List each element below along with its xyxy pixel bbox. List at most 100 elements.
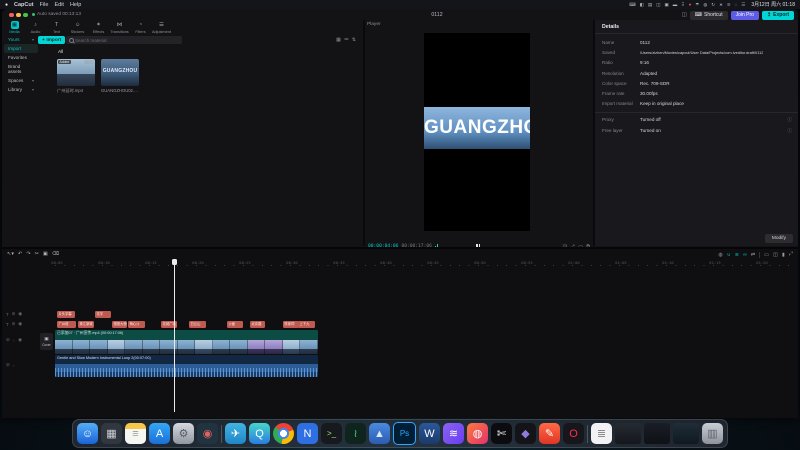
menu-item-help[interactable]: Help [70,2,81,8]
text-clip[interactable]: 陈家祠 [283,321,299,328]
info-icon[interactable]: ⓘ [788,128,793,138]
select-tool-icon[interactable]: ↖▾ [7,251,14,257]
dock-minimized-window-2-icon[interactable] [644,423,670,444]
search-input[interactable] [66,36,182,44]
dock-purple-app-icon[interactable]: ≋ [443,423,464,444]
crop-icon[interactable]: ▣ [43,251,48,257]
dock-launchpad-icon[interactable]: ▦ [101,423,122,444]
text-clip[interactable]: 上下九 [298,321,315,328]
sidebar-item-import[interactable]: Import [4,44,38,53]
export-button[interactable]: ↥ Export [762,11,794,20]
delete-icon[interactable]: ⌫ [52,251,59,257]
tab-effects[interactable]: ✶Effects [90,21,107,34]
track-header-icon-0[interactable]: T [6,322,9,327]
dock-minimized-window-1-icon[interactable] [615,423,641,444]
tab-transitions[interactable]: ⋈Transitions [111,21,128,34]
dock-obsidian-icon[interactable]: ◆ [515,423,536,444]
dock-photo-booth-icon[interactable]: ◉ [197,423,218,444]
dock-pixelmator-icon[interactable]: ▲ [369,423,390,444]
view-icon-1[interactable]: ≔ [344,37,349,43]
info-icon[interactable]: ⓘ [788,117,793,127]
audio-clip[interactable]: Gentle and Slow Modern Instrumental Loop… [55,355,318,377]
shortcut-button[interactable]: ⌨ Shortcut [690,11,728,20]
import-button[interactable]: + Import [38,36,65,44]
text-clip[interactable]: 白云山 [189,321,206,328]
search-icon[interactable]: ◌ [735,2,738,7]
dock-finder-icon[interactable]: ☺ [77,423,98,444]
text-clip[interactable]: 沙面 [227,321,243,328]
tab-stickers[interactable]: ☺Stickers [69,21,86,34]
dock-swirl-app-icon[interactable]: ◍ [467,423,488,444]
vpn-icon[interactable]: ◍ [703,2,707,8]
screen-mirroring-icon[interactable]: ◫ [656,2,660,8]
linking-icon[interactable]: ≋ [735,252,739,258]
dock-trash-icon[interactable]: ▥ [702,423,723,444]
tab-filters[interactable]: ◔Filters [132,21,149,34]
text-clip[interactable]: 猎德大桥 [112,321,127,328]
dock-notes-icon[interactable]: ≡ [125,423,146,444]
undo-icon[interactable]: ↶ [18,251,22,257]
stage-manager-icon[interactable]: ▣ [665,2,669,8]
display-icon[interactable]: ◧ [640,2,644,8]
track-header-icon-1[interactable]: ◌ [13,363,16,368]
window-manager-icon[interactable]: ▤ [648,2,652,8]
tab-audio[interactable]: ♪Audio [27,21,44,34]
cover-button[interactable]: ▣ Cover [40,333,53,350]
preview-axis-icon[interactable]: ⇄ [751,252,755,258]
track-header-icon-1[interactable]: ⊘ [12,321,16,327]
text-clip[interactable]: 珠江新城 [78,321,94,328]
track-header-icon-2[interactable]: ◉ [18,337,22,343]
control-center-icon[interactable]: ☰ [741,2,745,8]
dock-photoshop-icon[interactable]: Ps [393,422,416,445]
dock-capcut-icon[interactable]: ✄ [491,423,512,444]
split-icon[interactable]: ✂ [35,251,39,257]
text-clip[interactable]: 片头字幕 [57,311,75,318]
track-height-icon[interactable]: ▭ [764,252,769,258]
playhead-handle[interactable] [172,259,177,265]
tab-adjustment[interactable]: ☰Adjustment [153,21,170,34]
fit-timeline-icon[interactable]: ⤢ [789,251,793,258]
panel-layout-icon[interactable]: ◫ [682,12,687,18]
view-icon-2[interactable]: ⇅ [352,37,356,43]
grid-icon[interactable]: ⠿ [681,2,684,8]
modify-button[interactable]: Modify [765,234,793,243]
menu-item-file[interactable]: File [40,2,49,8]
track-header-icon-0[interactable]: T [6,312,9,317]
dock-document-icon[interactable]: ≣ [591,423,612,444]
sidebar-item-brand-assets[interactable]: Brand assets [4,62,38,76]
minimize-window-button[interactable] [16,13,21,18]
wifi-icon[interactable]: ≋ [727,2,731,8]
tab-media[interactable]: ▦Media [6,21,23,34]
sidebar-item-favorites[interactable]: Favorites [4,53,38,62]
video-clip[interactable]: 已添加07 · 广州宣传.mp4 (00:00:17:06) [55,330,318,354]
sidebar-item-yours[interactable]: Yours▾ [4,35,38,44]
video-preview[interactable]: GUANGZHOU [424,33,530,231]
zoom-slider-icon[interactable]: ▮ [782,252,785,258]
dock-pen-app-icon[interactable]: ✎ [539,423,560,444]
filter-all-label[interactable]: All [58,50,63,55]
redo-icon[interactable]: ↷ [26,251,30,257]
sidebar-item-library[interactable]: Library▾ [4,85,38,94]
track-header-icon-1[interactable]: ⊘ [12,311,16,317]
droplet-icon[interactable]: ☂ [695,2,699,8]
auto-snap-icon[interactable]: ∞ [743,252,747,258]
keyboard-icon[interactable]: ⌨ [629,2,636,8]
text-clip[interactable]: 广州塔 [57,321,76,328]
track-header-icon-0[interactable]: ⊘ [6,337,10,343]
dock-system-settings-icon[interactable]: ⚙ [173,423,194,444]
recording-icon[interactable]: ● [689,2,692,7]
view-icon-0[interactable]: ▦ [336,37,341,43]
menu-item-capcut[interactable]: CapCut [14,2,34,8]
playhead-line[interactable] [174,259,175,412]
time-machine-icon[interactable]: ↻ [711,2,715,8]
dock-minimized-window-3-icon[interactable] [673,423,699,444]
track-header-icon-2[interactable]: ◉ [18,311,22,317]
dock-chrome-icon[interactable] [273,423,294,444]
close-window-button[interactable] [9,13,14,18]
text-clip[interactable]: 花字 [95,311,111,318]
zoom-window-button[interactable] [23,13,28,18]
record-voiceover-icon[interactable]: ◍ [718,252,723,258]
tab-text[interactable]: TText [48,21,65,34]
dock-word-icon[interactable]: W [419,423,440,444]
menubar-clock[interactable]: 3月12日 周六 01:18 [751,1,795,8]
